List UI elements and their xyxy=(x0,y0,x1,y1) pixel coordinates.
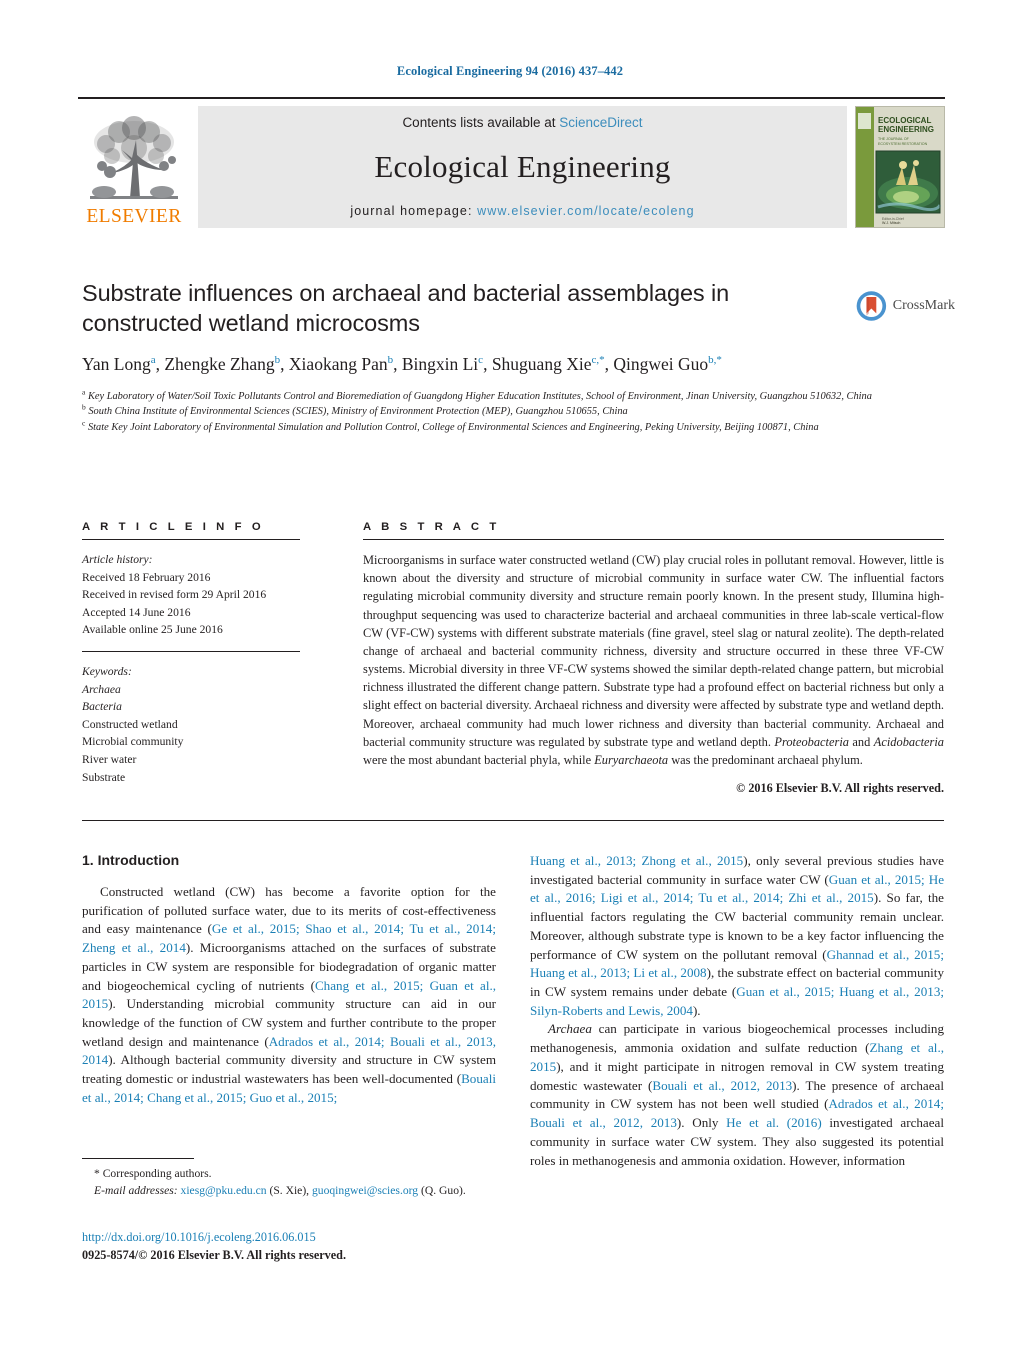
contents-prefix: Contents lists available at xyxy=(402,115,560,130)
svg-text:THE JOURNAL OF: THE JOURNAL OF xyxy=(878,137,910,141)
intro-paragraph-2: Archaea can participate in various bioge… xyxy=(530,1021,945,1168)
body-column-left: 1. Introduction Constructed wetland (CW)… xyxy=(82,852,496,1108)
keywords-label: Keywords: xyxy=(82,665,132,679)
page-title: Substrate influences on archaeal and bac… xyxy=(82,280,730,336)
footnote-text: * Corresponding authors. E-mail addresse… xyxy=(82,1166,496,1200)
issn-copyright-line: 0925-8574/© 2016 Elsevier B.V. All right… xyxy=(82,1248,347,1263)
journal-cover-image: ECOLOGICAL ENGINEERING THE JOURNAL OF EC… xyxy=(856,107,944,227)
affiliation-text-c: State Key Joint Laboratory of Environmen… xyxy=(87,421,819,433)
affiliation-list: a Key Laboratory of Water/Soil Toxic Pol… xyxy=(82,387,872,435)
corresponding-marker: * xyxy=(94,1167,100,1180)
abstract-column: A B S T R A C T Microorganisms in surfac… xyxy=(363,521,944,796)
journal-band: Contents lists available at ScienceDirec… xyxy=(198,106,847,228)
email-line: E-mail addresses: xiesg@pku.edu.cn (S. X… xyxy=(82,1183,496,1200)
keyword-river-water: River water xyxy=(82,753,137,767)
svg-text:W.J. Mitsch: W.J. Mitsch xyxy=(882,221,900,225)
keyword-archaea: Archaea xyxy=(82,682,121,696)
article-info-column: A R T I C L E I N F O Article history: R… xyxy=(82,521,300,786)
title-block: Substrate influences on archaeal and bac… xyxy=(82,279,872,435)
history-online: Available online 25 June 2016 xyxy=(82,623,223,637)
affiliation-c: c State Key Joint Laboratory of Environm… xyxy=(82,418,872,435)
elsevier-logo: ELSEVIER xyxy=(78,106,190,228)
abstract-heading: A B S T R A C T xyxy=(363,521,500,533)
sciencedirect-link[interactable]: ScienceDirect xyxy=(559,115,642,130)
affiliation-b: b South China Institute of Environmental… xyxy=(82,404,872,419)
email-link-xie[interactable]: xiesg@pku.edu.cn xyxy=(181,1184,267,1197)
paper-page: Ecological Engineering 94 (2016) 437–442 xyxy=(0,0,1020,1351)
affiliation-marker-a: a xyxy=(82,387,86,397)
affiliation-marker-c: c xyxy=(82,418,86,428)
journal-masthead: ELSEVIER Contents lists available at Sci… xyxy=(78,97,945,228)
keyword-bacteria: Bacteria xyxy=(82,700,122,714)
corresponding-text: Corresponding authors. xyxy=(102,1167,212,1180)
history-accepted: Accepted 14 June 2016 xyxy=(82,605,191,619)
affiliation-text-b: South China Institute of Environmental S… xyxy=(88,406,628,418)
elsevier-tree-icon xyxy=(86,113,182,206)
journal-homepage-line: journal homepage: www.elsevier.com/locat… xyxy=(198,204,847,218)
intro-paragraph-1-continued: Huang et al., 2013; Zhong et al., 2015),… xyxy=(530,853,945,1018)
affiliation-a: a Key Laboratory of Water/Soil Toxic Pol… xyxy=(82,387,872,404)
homepage-prefix: journal homepage: xyxy=(350,204,478,218)
doi-link[interactable]: http://dx.doi.org/10.1016/j.ecoleng.2016… xyxy=(82,1228,512,1246)
email-owner-guo: (Q. Guo). xyxy=(421,1183,466,1197)
contents-available-line: Contents lists available at ScienceDirec… xyxy=(198,115,847,130)
history-received: Received 18 February 2016 xyxy=(82,570,211,584)
svg-text:ECOLOGICAL: ECOLOGICAL xyxy=(878,116,931,125)
keywords-block: Keywords: Archaea Bacteria Constructed w… xyxy=(82,663,300,786)
body-columns: 1. Introduction Constructed wetland (CW)… xyxy=(82,852,944,1202)
keywords-rule xyxy=(82,651,300,653)
corresponding-author-footnote: * Corresponding authors. E-mail addresse… xyxy=(82,1158,496,1200)
crossmark-icon xyxy=(856,291,887,321)
keyword-substrate: Substrate xyxy=(82,770,126,784)
article-history: Article history: Received 18 February 20… xyxy=(82,551,300,639)
running-head: Ecological Engineering 94 (2016) 437–442 xyxy=(396,64,624,78)
journal-title: Ecological Engineering xyxy=(374,149,671,184)
footnote-rule xyxy=(82,1158,194,1159)
body-column-right: Huang et al., 2013; Zhong et al., 2015),… xyxy=(530,852,944,1170)
crossmark-badge[interactable]: CrossMark xyxy=(855,285,955,327)
body-separator-rule xyxy=(82,820,944,821)
article-history-label: Article history: xyxy=(82,553,153,566)
abstract-copyright: © 2016 Elsevier B.V. All rights reserved… xyxy=(736,781,944,796)
author-list: Yan Longa, Zhengke Zhangb, Xiaokang Panb… xyxy=(82,353,722,374)
email-link-guo[interactable]: guoqingwei@scies.org xyxy=(312,1184,418,1197)
crossmark-label: CrossMark xyxy=(892,298,955,313)
svg-text:ECOSYSTEM RESTORATION: ECOSYSTEM RESTORATION xyxy=(878,142,928,146)
affiliation-text-a: Key Laboratory of Water/Soil Toxic Pollu… xyxy=(87,390,872,402)
article-info-rule xyxy=(82,539,300,540)
affiliation-marker-b: b xyxy=(82,402,86,412)
elsevier-wordmark: ELSEVIER xyxy=(86,205,182,227)
publication-footer: http://dx.doi.org/10.1016/j.ecoleng.2016… xyxy=(82,1228,512,1265)
email-owner-xie: (S. Xie), xyxy=(269,1183,310,1197)
email-label: E-mail addresses: xyxy=(94,1183,178,1197)
section-heading-introduction: 1. Introduction xyxy=(82,852,180,868)
intro-paragraph-1: Constructed wetland (CW) has become a fa… xyxy=(82,884,497,1105)
keyword-microbial-community: Microbial community xyxy=(82,735,184,749)
keyword-constructed-wetland: Constructed wetland xyxy=(82,717,178,731)
svg-text:ENGINEERING: ENGINEERING xyxy=(878,125,934,134)
homepage-link[interactable]: www.elsevier.com/locate/ecoleng xyxy=(477,204,695,218)
journal-cover-thumbnail: ECOLOGICAL ENGINEERING THE JOURNAL OF EC… xyxy=(855,106,945,228)
abstract-text: Microorganisms in surface water construc… xyxy=(363,553,944,767)
history-revised: Received in revised form 29 April 2016 xyxy=(82,588,267,602)
corresponding-line: * Corresponding authors. xyxy=(82,1166,496,1183)
article-info-heading: A R T I C L E I N F O xyxy=(82,521,265,533)
abstract-rule xyxy=(363,539,944,540)
